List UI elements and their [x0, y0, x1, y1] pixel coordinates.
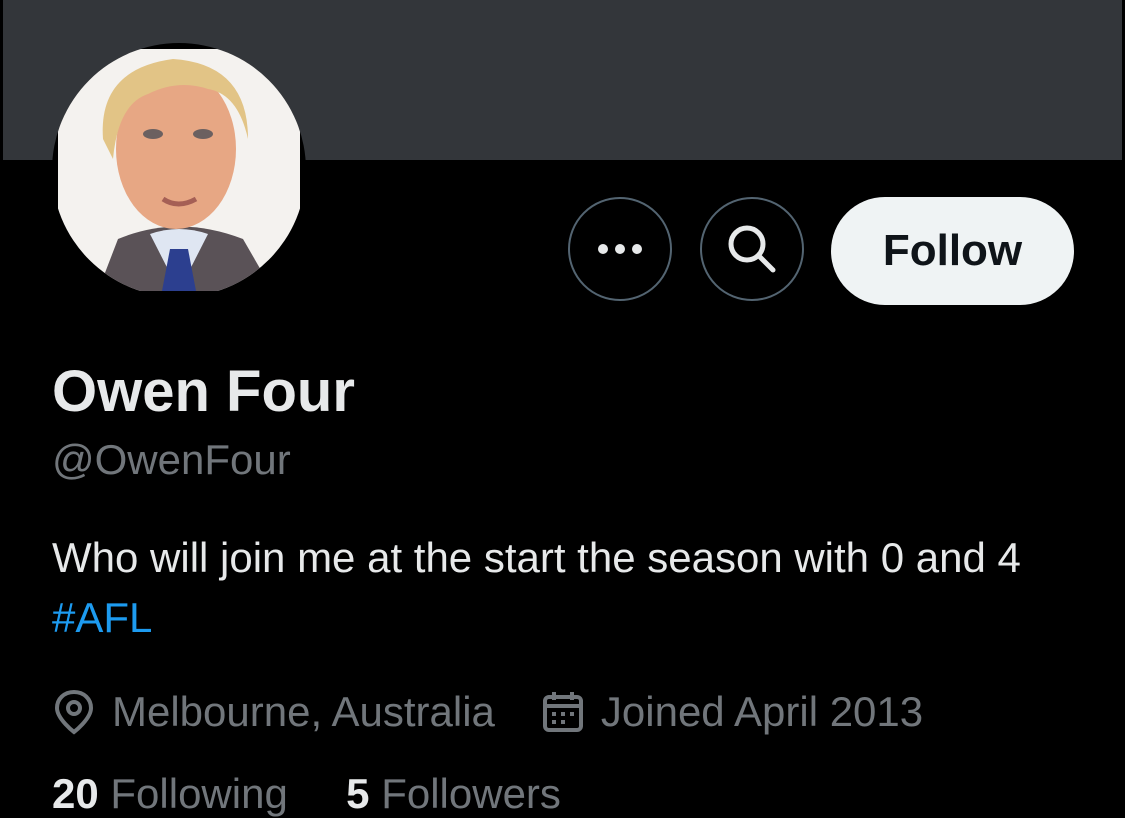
profile-meta: Melbourne, Australia Joined April 2013 [52, 684, 923, 740]
search-profile-button[interactable] [700, 197, 804, 301]
more-horizontal-icon [598, 244, 642, 254]
more-options-button[interactable] [568, 197, 672, 301]
followers-label: Followers [381, 770, 561, 817]
profile-joined: Joined April 2013 [600, 688, 924, 735]
profile-handle: @OwenFour [52, 436, 291, 483]
profile-name: Owen Four [52, 359, 355, 424]
avatar-photo [58, 49, 300, 291]
profile-follow-counts: 20 Following 5 Followers [52, 770, 561, 818]
following-count: 20 [52, 770, 99, 817]
follow-button[interactable]: Follow [831, 197, 1074, 305]
calendar-icon [542, 692, 583, 732]
following-link[interactable]: 20 Following [52, 770, 288, 817]
bio-hashtag-link[interactable]: #AFL [52, 594, 152, 641]
profile-bio: Who will join me at the start the season… [52, 528, 1072, 648]
avatar[interactable] [52, 43, 306, 297]
followers-link[interactable]: 5 Followers [346, 770, 561, 817]
following-label: Following [110, 770, 288, 817]
followers-count: 5 [346, 770, 370, 817]
profile-location: Melbourne, Australia [112, 688, 495, 735]
bio-text: Who will join me at the start the season… [52, 534, 1021, 581]
location-icon [54, 689, 94, 735]
search-icon [728, 225, 776, 273]
